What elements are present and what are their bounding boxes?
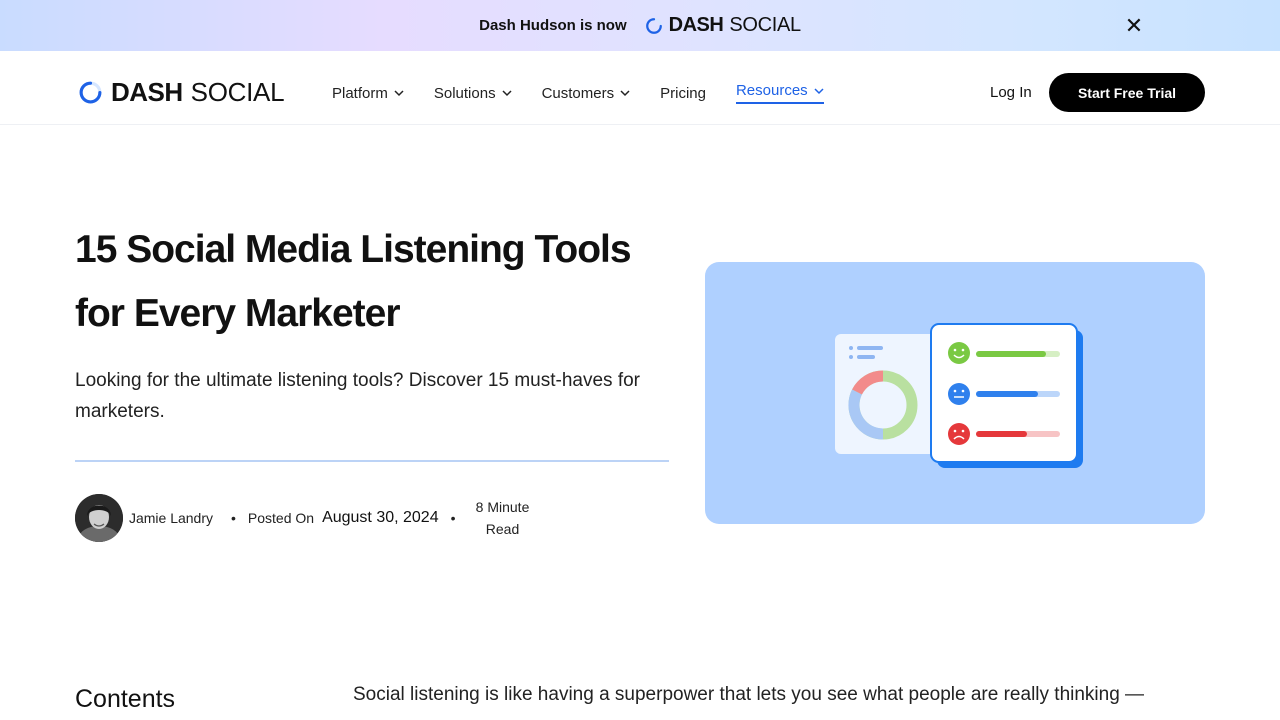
dash-ring-icon — [645, 17, 662, 34]
announcement-brand-light: SOCIAL — [729, 14, 801, 36]
article-subtitle: Looking for the ultimate listening tools… — [75, 370, 640, 422]
contents-heading: Contents — [75, 685, 176, 713]
nav-menu: Platform Solutions Customers Pricing Res… — [332, 82, 824, 104]
logo-brand-bold: DASH — [111, 77, 183, 107]
announcement-brand-logo: DASH SOCIAL — [645, 14, 801, 37]
main-navigation: DASH SOCIAL Platform Solutions Customers… — [0, 51, 1280, 125]
logo-brand-light: SOCIAL — [190, 77, 285, 107]
announcement-brand-bold: DASH — [668, 14, 724, 36]
nav-item-resources[interactable]: Resources — [735, 82, 824, 104]
posted-date: August 30, 2024 — [322, 509, 439, 526]
chevron-down-icon — [394, 90, 404, 97]
chevron-down-icon — [620, 90, 630, 97]
login-link[interactable]: Log In — [990, 84, 1032, 101]
nav-item-customers[interactable]: Customers — [542, 82, 631, 104]
chevron-down-icon — [814, 87, 824, 94]
posted-label: Posted On — [247, 510, 315, 526]
announcement-bar: Dash Hudson is now DASH SOCIAL ✕ — [0, 0, 1280, 51]
nav-item-pricing[interactable]: Pricing — [660, 82, 706, 104]
article-title: 15 Social Media Listening Tools for Ever… — [75, 228, 632, 335]
author-photo — [75, 494, 123, 542]
hero-illustration — [705, 262, 1205, 524]
close-icon[interactable]: ✕ — [1124, 15, 1144, 37]
meta-separator: • — [231, 510, 236, 526]
read-time: 8 Minute Read — [475, 499, 530, 537]
author-avatar — [75, 494, 123, 542]
announcement-content: Dash Hudson is now DASH SOCIAL — [479, 14, 801, 37]
nav-item-solutions[interactable]: Solutions — [434, 82, 512, 104]
nav-item-label: Resources — [735, 82, 808, 99]
article-intro: Social listening is like having a superp… — [353, 684, 1145, 705]
nav-item-label: Pricing — [660, 84, 706, 102]
start-free-trial-button[interactable]: Start Free Trial — [1049, 73, 1205, 112]
nav-item-label: Customers — [541, 84, 615, 102]
sentiment-illustration — [835, 323, 1083, 468]
site-logo[interactable]: DASH SOCIAL — [78, 77, 285, 108]
meta-separator: • — [450, 510, 456, 526]
nav-item-label: Platform — [332, 84, 388, 102]
nav-item-label: Solutions — [433, 84, 496, 102]
author-name[interactable]: Jamie Landry — [123, 507, 219, 529]
dash-ring-icon — [79, 81, 102, 104]
divider — [75, 460, 669, 462]
nav-item-platform[interactable]: Platform — [332, 82, 404, 104]
article-meta: Jamie Landry • Posted On August 30, 2024… — [75, 494, 538, 542]
announcement-text: Dash Hudson is now — [479, 17, 627, 34]
chevron-down-icon — [502, 90, 512, 97]
